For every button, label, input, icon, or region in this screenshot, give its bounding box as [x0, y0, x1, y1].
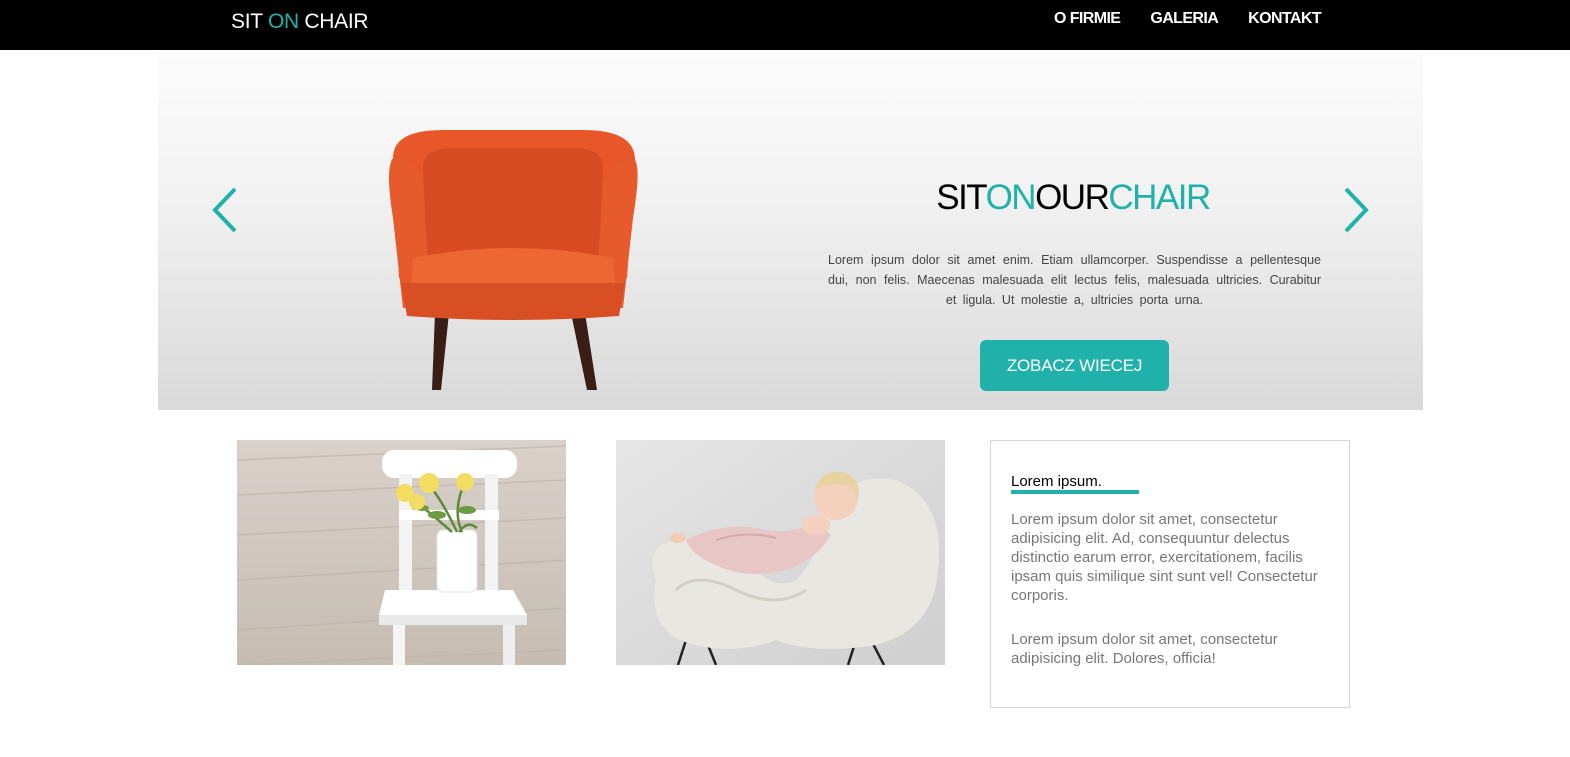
orange-armchair-image: [383, 128, 643, 393]
info-title: Lorem ipsum.: [1011, 473, 1102, 490]
logo-part-chair: CHAIR: [304, 10, 369, 33]
menu-item-o-firmie[interactable]: O FIRMIE: [1054, 10, 1121, 28]
hero-description: Lorem ipsum dolor sit amet enim. Etiam u…: [828, 253, 1321, 307]
chevron-left-icon[interactable]: [211, 185, 241, 235]
navbar: SIT ON CHAIR O FIRMIE GALERIA KONTAKT: [0, 0, 1570, 50]
hero-title-word-on: ON: [985, 178, 1037, 217]
logo[interactable]: SIT ON CHAIR: [231, 10, 369, 34]
menu-item-kontakt[interactable]: KONTAKT: [1248, 10, 1321, 28]
hero-slider: SITONOURCHAIR Lorem ipsum dolor sit amet…: [158, 50, 1423, 410]
info-paragraph-2: Lorem ipsum dolor sit amet, consectetur …: [1011, 631, 1278, 667]
hero-title-word-sit: SIT: [936, 178, 987, 217]
see-more-button[interactable]: ZOBACZ WIECEJ: [980, 340, 1169, 391]
main-menu: O FIRMIE GALERIA KONTAKT: [1054, 10, 1322, 28]
logo-part-sit: SIT: [231, 10, 263, 33]
hero-title-word-our: OUR: [1035, 178, 1110, 217]
child-sleeping-armchair-image: [616, 440, 945, 665]
info-paragraph-1: Lorem ipsum dolor sit amet, consectetur …: [1011, 511, 1318, 604]
logo-part-on: ON: [267, 10, 299, 33]
info-title-underline: [1011, 490, 1139, 494]
hero-title: SITONOURCHAIR: [828, 178, 1318, 218]
info-box: Lorem ipsum. Lorem ipsum dolor sit amet,…: [990, 440, 1350, 708]
chevron-right-icon[interactable]: [1340, 185, 1370, 235]
white-chair-flowers-image: [237, 440, 566, 665]
menu-item-galeria[interactable]: GALERIA: [1150, 10, 1218, 28]
hero-title-word-chair: CHAIR: [1108, 178, 1211, 217]
